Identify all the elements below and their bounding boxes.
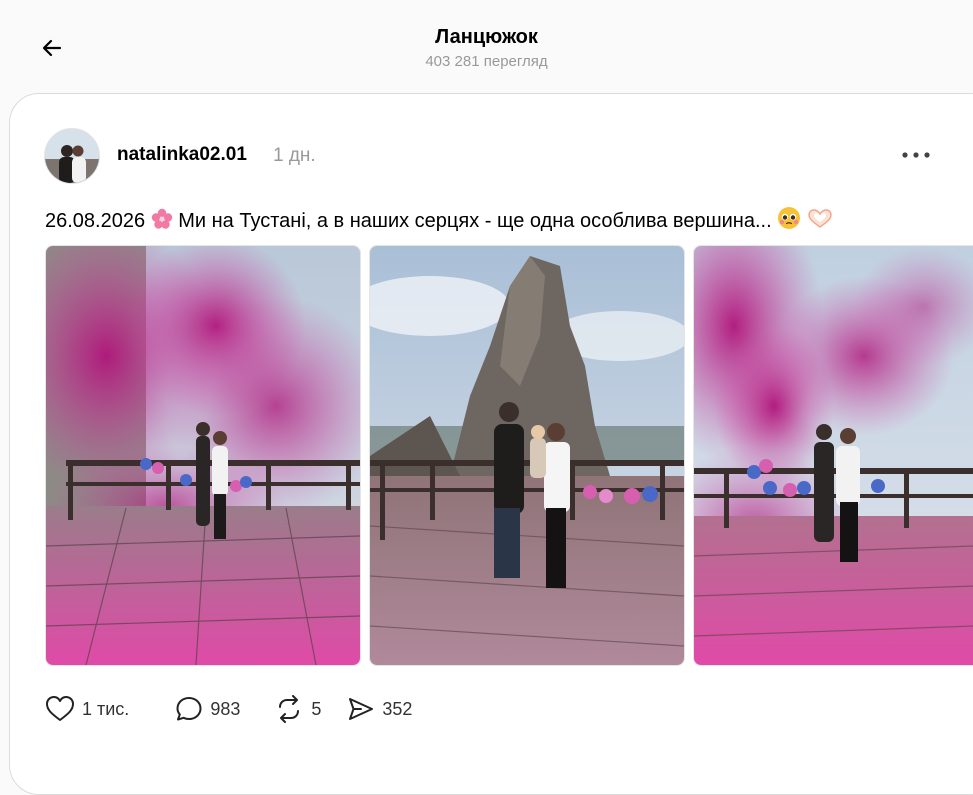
repost-button[interactable]: 5: [274, 695, 321, 723]
more-dots-icon: [902, 152, 930, 158]
send-icon: [349, 698, 374, 720]
pleading-face-icon: [777, 206, 801, 236]
repost-icon: [279, 695, 300, 723]
post-caption: 26.08.2026 Ми на Тустані, а в наших серц…: [45, 206, 833, 236]
cherry-blossom-icon: [151, 208, 173, 236]
avatar[interactable]: [44, 128, 100, 184]
share-count: 352: [382, 698, 413, 719]
like-button[interactable]: 1 тис.: [45, 695, 129, 723]
more-options-button[interactable]: [898, 144, 934, 166]
top-bar: Ланцюжок 403 281 перегляд: [0, 0, 973, 92]
page-title: Ланцюжок: [435, 26, 538, 48]
post-image-1[interactable]: [45, 245, 361, 666]
caption-text: Ми на Тустані, а в наших серцях - ще одн…: [178, 210, 772, 232]
view-count: 403 281 перегляд: [425, 53, 548, 70]
caption-date: 26.08.2026: [45, 210, 146, 232]
heart-hands-icon: [807, 208, 833, 236]
post-actions: 1 тис. 983 5 352: [45, 692, 434, 726]
post-image-2[interactable]: [369, 245, 685, 666]
comment-icon: [176, 697, 202, 721]
repost-count: 5: [311, 698, 322, 719]
comment-button[interactable]: 983: [175, 695, 240, 723]
post-time: 1 дн.: [273, 145, 316, 166]
heart-icon: [46, 696, 74, 721]
post-image-3[interactable]: [693, 245, 973, 666]
comment-count: 983: [210, 698, 241, 719]
share-button[interactable]: 352: [347, 695, 412, 723]
like-count: 1 тис.: [82, 698, 130, 719]
username[interactable]: natalinka02.01: [117, 144, 247, 166]
